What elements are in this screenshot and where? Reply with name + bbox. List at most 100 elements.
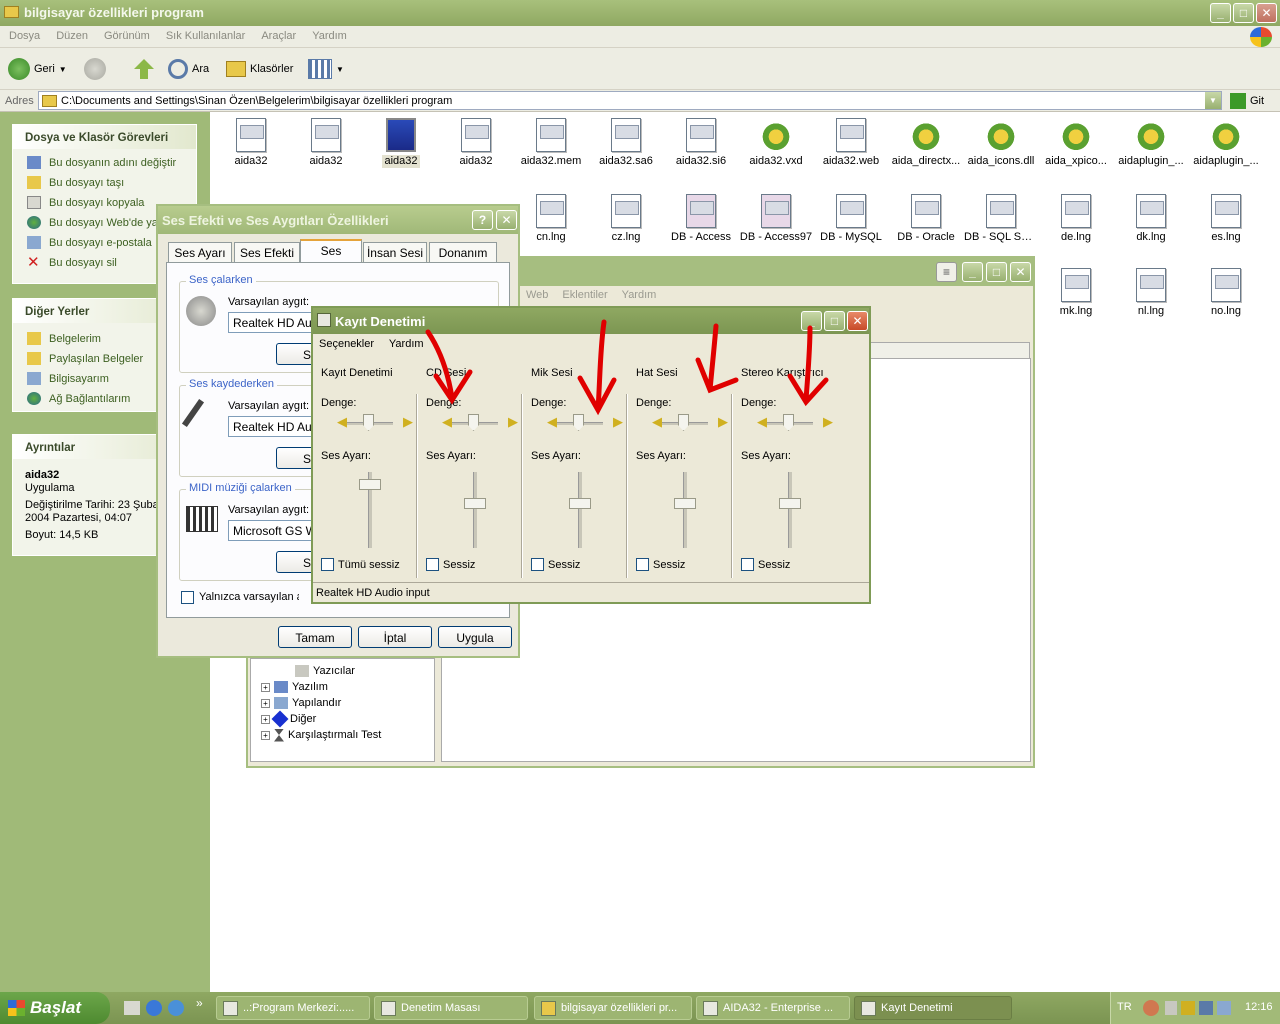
checkbox-box[interactable] — [741, 558, 754, 571]
ie-icon[interactable] — [146, 1000, 162, 1016]
menu-yardim[interactable]: Yardım — [389, 338, 424, 350]
tab-insan-sesi[interactable]: İnsan Sesi — [363, 242, 427, 262]
sound-dialog-close-button[interactable]: ✕ — [496, 210, 517, 230]
midi-volume-button[interactable]: Se — [276, 551, 318, 573]
file-item[interactable]: aida32.si6 — [664, 118, 738, 168]
aida-minimize-button[interactable]: _ — [962, 262, 983, 282]
apply-button[interactable]: Uygula — [438, 626, 512, 648]
menu-dosya[interactable]: Dosya — [0, 26, 47, 42]
file-item[interactable]: aida32.mem — [514, 118, 588, 168]
task-move[interactable]: Bu dosyayı taşı — [13, 173, 196, 193]
mute-checkbox[interactable]: Sessiz — [636, 558, 685, 571]
aida-menu-web[interactable]: Web — [526, 289, 548, 301]
help-button[interactable]: ? — [472, 210, 493, 230]
tab-ses-efekti[interactable]: Ses Efekti — [234, 242, 300, 262]
mute-checkbox[interactable]: Sessiz — [741, 558, 790, 571]
aida-tree[interactable]: Yazıcılar + Yazılım + Yapılandır + Diğer + K… — [250, 658, 435, 762]
menu-sik-kullanilanlar[interactable]: Sık Kullanılanlar — [157, 26, 253, 42]
tab-ses[interactable]: Ses — [300, 239, 362, 263]
expand-icon[interactable]: + — [261, 682, 270, 692]
address-dropdown-icon[interactable]: ▼ — [1205, 92, 1221, 109]
file-item[interactable]: mk.lng — [1039, 268, 1113, 318]
menu-yardim[interactable]: Yardım — [303, 26, 354, 42]
file-item[interactable]: aida32.web — [814, 118, 888, 168]
balance-slider[interactable] — [678, 414, 689, 431]
tree-item-printers[interactable]: Yazıcılar — [295, 663, 355, 679]
aida-close-button[interactable]: ✕ — [1010, 262, 1031, 282]
task-kayit-denetimi[interactable]: Kayıt Denetimi — [854, 996, 1012, 1020]
file-item[interactable]: aida32 — [289, 118, 363, 168]
task-aida32[interactable]: AIDA32 - Enterprise ... — [696, 996, 850, 1020]
checkbox-box[interactable] — [321, 558, 334, 571]
volume-slider[interactable] — [569, 498, 591, 509]
file-item[interactable]: aida_xpico... — [1039, 118, 1113, 168]
menu-duzen[interactable]: Düzen — [47, 26, 95, 42]
file-item[interactable]: no.lng — [1189, 268, 1263, 318]
expand-icon[interactable]: + — [261, 730, 270, 740]
file-item[interactable]: aida32 — [214, 118, 288, 168]
cancel-button[interactable]: İptal — [358, 626, 432, 648]
language-indicator[interactable]: TR — [1117, 1001, 1132, 1013]
go-button[interactable]: Git — [1230, 93, 1264, 109]
maximize-button[interactable]: □ — [1233, 3, 1254, 23]
file-item[interactable]: DB - SQL Server — [964, 194, 1038, 244]
file-item[interactable]: de.lng — [1039, 194, 1113, 244]
expand-icon[interactable]: + — [261, 714, 270, 724]
file-item[interactable]: aidaplugin_... — [1114, 118, 1188, 168]
file-item[interactable]: dk.lng — [1114, 194, 1188, 244]
tree-item-benchmark[interactable]: + Karşılaştırmalı Test — [261, 727, 381, 743]
file-item[interactable]: aida32 — [439, 118, 513, 168]
recording-control-titlebar[interactable]: Kayıt Denetimi _ □ ✕ — [313, 308, 869, 334]
aida-menu-icon[interactable]: ≡ — [936, 262, 957, 282]
forward-button[interactable] — [84, 56, 106, 82]
file-tasks-title[interactable]: Dosya ve Klasör Görevleri — [13, 125, 196, 149]
record-volume-button[interactable]: Se — [276, 447, 318, 469]
file-item[interactable]: aida_directx... — [889, 118, 963, 168]
checkbox-box[interactable] — [636, 558, 649, 571]
playback-volume-button[interactable]: Se — [276, 343, 318, 365]
explorer-titlebar[interactable]: bilgisayar özellikleri program _ □ ✕ — [0, 0, 1280, 26]
start-button[interactable]: Başlat — [0, 992, 110, 1024]
task-program-merkezi[interactable]: ..:Program Merkezi:..... — [216, 996, 370, 1020]
only-default-checkbox[interactable] — [181, 591, 194, 604]
task-rename[interactable]: Bu dosyanın adını değiştir — [13, 153, 196, 173]
file-item[interactable]: aida_icons.dll — [964, 118, 1038, 168]
task-explorer[interactable]: bilgisayar özellikleri pr... — [534, 996, 692, 1020]
task-denetim-masasi[interactable]: Denetim Masası — [374, 996, 528, 1020]
sound-dialog-titlebar[interactable]: Ses Efekti ve Ses Aygıtları Özellikleri … — [158, 206, 518, 234]
minimize-button[interactable]: _ — [1210, 3, 1231, 23]
tray-app-icon[interactable] — [1165, 1001, 1177, 1015]
file-item[interactable]: aidaplugin_... — [1189, 118, 1263, 168]
kayit-close-button[interactable]: ✕ — [847, 311, 868, 331]
mute-checkbox[interactable]: Sessiz — [531, 558, 580, 571]
tab-ses-ayari[interactable]: Ses Ayarı — [168, 242, 232, 262]
balance-slider[interactable] — [468, 414, 479, 431]
checkbox-box[interactable] — [426, 558, 439, 571]
tab-donanim[interactable]: Donanım — [429, 242, 497, 262]
file-item[interactable]: DB - MySQL — [814, 194, 888, 244]
show-desktop-icon[interactable] — [124, 1001, 140, 1015]
menu-araclar[interactable]: Araçlar — [252, 26, 303, 42]
ok-button[interactable]: Tamam — [278, 626, 352, 648]
aida-menu-plugins[interactable]: Eklentiler — [562, 289, 607, 301]
search-button[interactable]: Ara — [168, 56, 209, 82]
tree-item-other[interactable]: + Diğer — [261, 710, 316, 728]
balance-slider[interactable] — [783, 414, 794, 431]
balance-slider[interactable] — [363, 414, 374, 431]
file-item[interactable]: cz.lng — [589, 194, 663, 244]
folders-button[interactable]: Klasörler — [226, 56, 293, 82]
aida-menu-help[interactable]: Yardım — [622, 289, 657, 301]
menu-secenekler[interactable]: Seçenekler — [319, 338, 374, 350]
tray-collapse-icon[interactable] — [1143, 1000, 1159, 1016]
file-item[interactable]: DB - Oracle — [889, 194, 963, 244]
checkbox-box[interactable] — [531, 558, 544, 571]
file-item[interactable]: DB - Access97 — [739, 194, 813, 244]
volume-slider[interactable] — [464, 498, 486, 509]
back-button[interactable]: Geri ▼ — [8, 56, 67, 82]
file-item[interactable]: nl.lng — [1114, 268, 1188, 318]
tree-item-software[interactable]: + Yazılım — [261, 679, 328, 695]
recording-control-window[interactable]: Kayıt Denetimi _ □ ✕ Seçenekler Yardım K… — [311, 306, 871, 604]
file-item[interactable]: aida32 — [364, 118, 438, 171]
file-item[interactable]: aida32.vxd — [739, 118, 813, 168]
media-icon[interactable] — [168, 1000, 184, 1016]
